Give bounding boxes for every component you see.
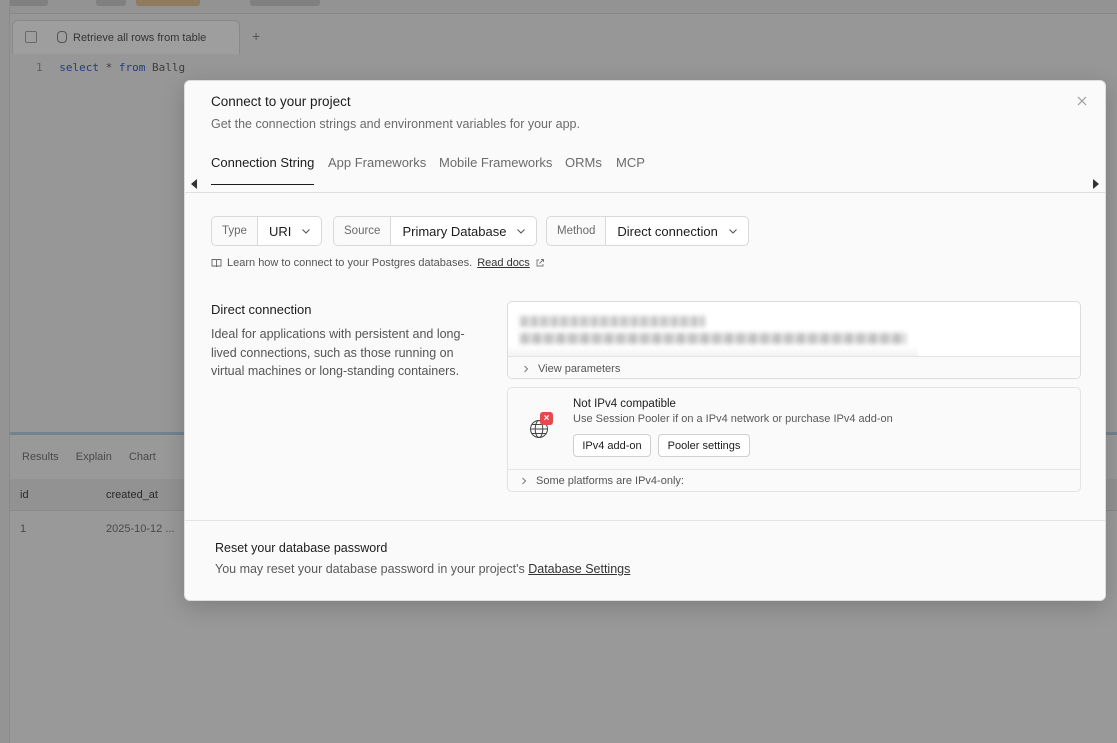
connection-fade [508,346,918,356]
method-selector[interactable]: Method Direct connection [546,216,749,246]
connection-tabs: Connection String App Frameworks Mobile … [185,153,1105,193]
tab-app-frameworks[interactable]: App Frameworks [328,155,426,184]
chevron-down-icon [516,226,526,236]
section-divider [185,520,1105,521]
ipv4-title: Not IPv4 compatible [573,398,676,410]
dialog-subtitle: Get the connection strings and environme… [211,117,580,131]
chevron-right-icon [524,365,529,372]
method-selector-value-wrap: Direct connection [606,217,747,245]
source-selector[interactable]: Source Primary Database [333,216,538,246]
tabs-scroll-left-icon[interactable] [191,179,197,189]
tab-mobile-frameworks[interactable]: Mobile Frameworks [439,155,552,184]
method-selector-label: Method [547,217,607,245]
close-button[interactable] [1075,94,1089,108]
tab-connection-string[interactable]: Connection String [211,155,315,185]
connect-dialog: Connect to your project Get the connecti… [184,80,1106,601]
tabs-scroll-right-icon[interactable] [1093,179,1099,189]
connection-string-box[interactable]: View parameters [507,301,1081,379]
source-selector-label: Source [334,217,392,245]
chevron-right-icon [522,477,527,485]
close-icon [1077,96,1087,106]
reset-password-text: You may reset your database password in … [215,562,525,576]
ipv4-subtitle: Use Session Pooler if on a IPv4 network … [573,413,893,425]
learn-more-text: Learn how to connect to your Postgres da… [227,257,473,269]
tab-mcp[interactable]: MCP [616,155,645,184]
type-selector-value: URI [268,223,292,239]
database-settings-link[interactable]: Database Settings [528,562,630,576]
connection-string-redacted [520,316,705,327]
chevron-down-icon [301,226,311,236]
type-selector-value-wrap: URI [258,217,321,245]
source-selector-value: Primary Database [402,223,507,239]
source-selector-value-wrap: Primary Database [391,217,536,245]
ipv4-warning-box: × Not IPv4 compatible Use Session Pooler… [507,387,1081,492]
book-icon [211,259,222,268]
dialog-title: Connect to your project [211,94,351,109]
tab-orms[interactable]: ORMs [565,155,602,184]
pooler-settings-button[interactable]: Pooler settings [658,434,750,457]
error-x-icon: × [540,412,553,425]
ipv4-only-platforms-toggle[interactable]: Some platforms are IPv4-only: [508,469,1080,492]
ipv4-addon-button[interactable]: IPv4 add-on [573,434,651,457]
external-link-icon [536,259,544,267]
reset-password-description: You may reset your database password in … [215,562,630,576]
type-selector[interactable]: Type URI [211,216,323,246]
reset-password-title: Reset your database password [215,541,388,555]
direct-connection-title: Direct connection [211,302,312,317]
view-parameters-label: View parameters [538,362,621,375]
type-selector-label: Type [212,217,258,245]
ipv4-only-platforms-label: Some platforms are IPv4-only: [536,475,684,487]
learn-more-line: Learn how to connect to your Postgres da… [211,257,545,269]
direct-connection-description: Ideal for applications with persistent a… [211,327,465,378]
read-docs-link[interactable]: Read docs [477,257,530,269]
connection-string-redacted [520,333,906,344]
method-selector-value: Direct connection [617,223,718,239]
chevron-down-icon [728,226,738,236]
view-parameters-toggle[interactable]: View parameters [508,356,1080,378]
